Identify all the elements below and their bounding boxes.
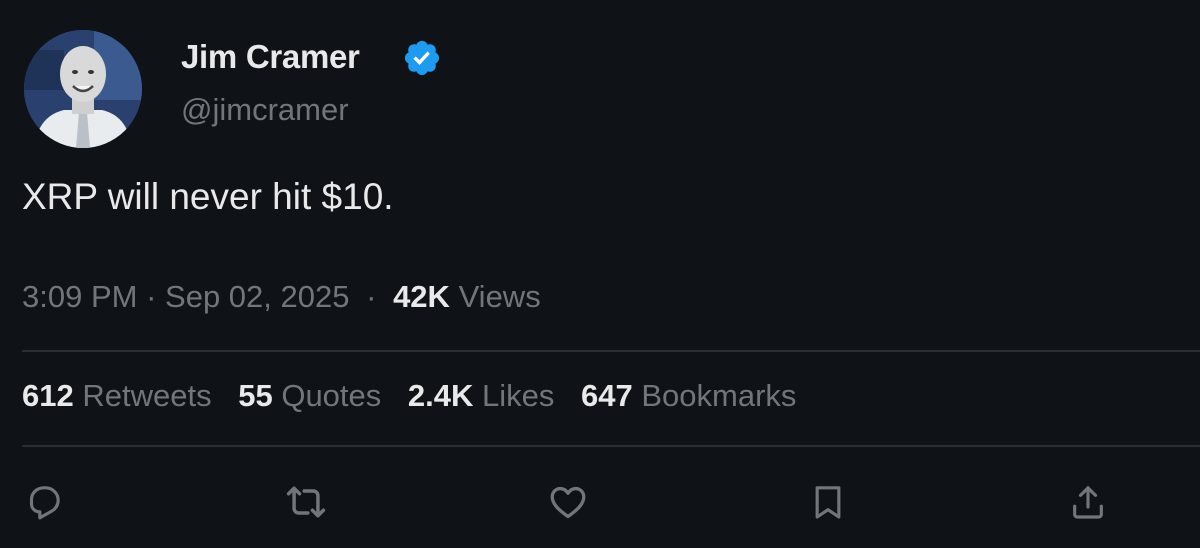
like-icon [550, 486, 586, 519]
retweet-button[interactable] [284, 480, 328, 524]
likes-stat[interactable]: 2.4K Likes [408, 378, 554, 413]
reply-icon [29, 486, 60, 520]
tweet-time[interactable]: 3:09 PM [22, 279, 137, 314]
views-count: 42K [393, 279, 450, 314]
retweets-count: 612 [22, 378, 74, 413]
retweets-stat[interactable]: 612 Retweets [22, 378, 212, 413]
bookmarks-stat[interactable]: 647 Bookmarks [581, 378, 796, 413]
likes-label: Likes [482, 378, 555, 413]
engagement-stats: 612 Retweets 55 Quotes 2.4K Likes 647 Bo… [22, 378, 814, 414]
meta-separator: · [366, 279, 377, 314]
meta-separator: · [146, 279, 157, 314]
share-button[interactable] [1066, 480, 1110, 524]
bookmarks-label: Bookmarks [641, 378, 797, 413]
display-name[interactable]: Jim Cramer [181, 38, 360, 76]
tweet-text: XRP will never hit $10. [22, 176, 394, 217]
retweets-label: Retweets [82, 378, 212, 413]
handle[interactable]: @jimcramer [181, 92, 349, 128]
bookmarks-count: 647 [581, 378, 633, 413]
likes-count: 2.4K [407, 378, 474, 413]
quotes-count: 55 [238, 378, 273, 413]
bookmark-button[interactable] [806, 480, 850, 524]
views[interactable]: 42K Views [393, 279, 541, 314]
avatar-image [24, 30, 142, 148]
divider [22, 350, 1200, 352]
tweet-date[interactable]: Sep 02, 2025 [165, 279, 349, 314]
bookmark-icon [815, 486, 841, 519]
divider [22, 445, 1200, 447]
avatar[interactable] [24, 30, 142, 148]
quotes-stat[interactable]: 55 Quotes [238, 378, 381, 413]
verified-badge-icon [404, 40, 440, 76]
like-button[interactable] [546, 480, 590, 524]
retweet-icon [286, 486, 326, 518]
reply-button[interactable] [22, 480, 66, 524]
tweet-meta: 3:09 PM · Sep 02, 2025 · 42K Views [22, 279, 541, 315]
quotes-label: Quotes [281, 378, 382, 413]
views-label: Views [458, 279, 541, 314]
share-icon [1073, 486, 1103, 519]
